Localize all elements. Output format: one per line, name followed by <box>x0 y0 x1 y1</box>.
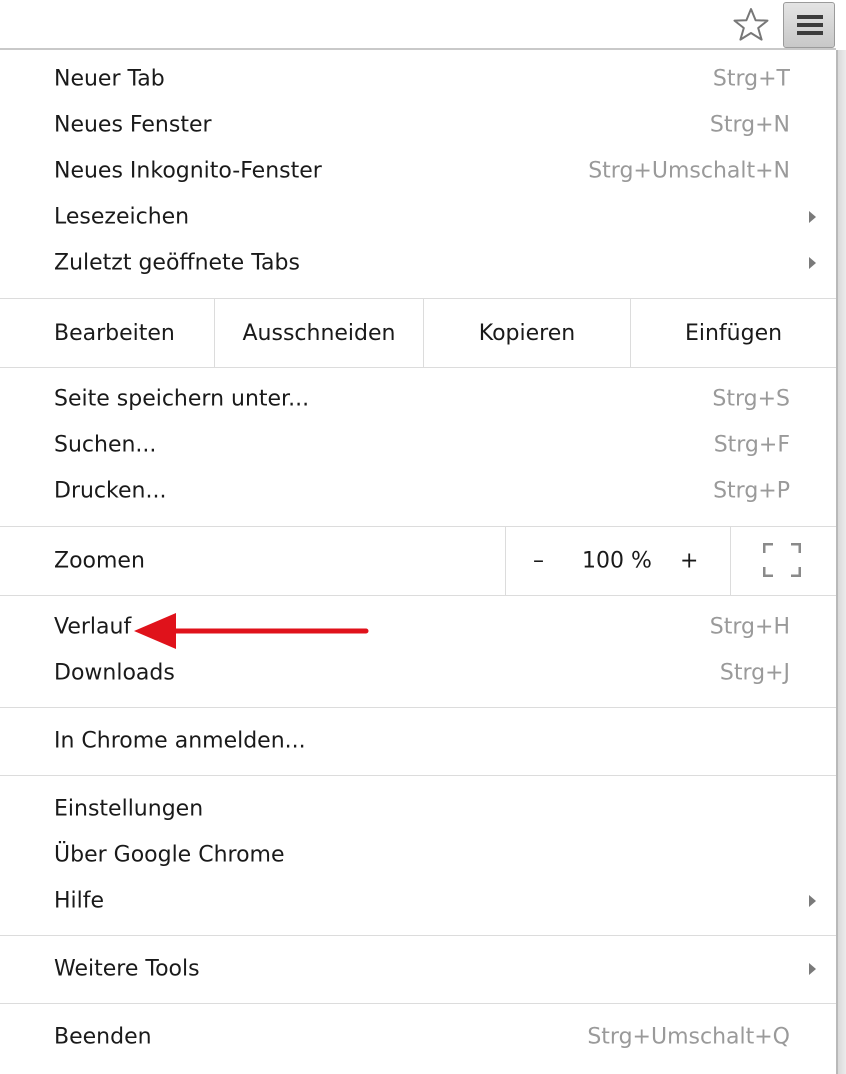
menu-separator <box>0 775 836 776</box>
zoom-row: Zoomen – 100 % + <box>0 527 836 595</box>
menu-item-shortcut: Strg+T <box>712 66 790 92</box>
fullscreen-icon <box>763 543 801 577</box>
menu-separator <box>0 1003 836 1004</box>
menu-item-sign-in[interactable]: In Chrome anmelden... <box>0 719 836 763</box>
menu-item-label: Downloads <box>54 660 175 686</box>
submenu-arrow-icon <box>809 257 816 269</box>
menu-item-label: Neues Fenster <box>54 112 212 138</box>
menu-item-about-chrome[interactable]: Über Google Chrome <box>0 833 836 877</box>
menu-separator <box>0 707 836 708</box>
menu-item-history[interactable]: Verlauf Strg+H <box>0 605 836 649</box>
cut-button-label: Ausschneiden <box>242 320 396 346</box>
menu-item-label: Suchen... <box>54 432 157 458</box>
menu-separator <box>0 935 836 936</box>
menu-item-find[interactable]: Suchen... Strg+F <box>0 423 836 467</box>
menu-item-shortcut: Strg+J <box>719 660 790 686</box>
menu-item-shortcut: Strg+H <box>709 614 790 640</box>
menu-item-shortcut: Strg+F <box>713 432 790 458</box>
menu-item-label: Einstellungen <box>54 796 204 822</box>
menu-item-new-window[interactable]: Neues Fenster Strg+N <box>0 103 836 147</box>
chrome-menu-button[interactable] <box>783 2 835 48</box>
hamburger-menu-icon <box>797 15 823 35</box>
browser-window: Neuer Tab Strg+T Neues Fenster Strg+N Ne… <box>0 0 846 1074</box>
menu-separator <box>0 595 836 596</box>
menu-item-label: Neuer Tab <box>54 66 165 92</box>
menu-item-new-incognito-window[interactable]: Neues Inkognito-Fenster Strg+Umschalt+N <box>0 149 836 193</box>
menu-item-bookmarks[interactable]: Lesezeichen <box>0 195 836 239</box>
menu-item-recent-tabs[interactable]: Zuletzt geöffnete Tabs <box>0 241 836 285</box>
browser-toolbar <box>0 0 846 50</box>
menu-item-label: Hilfe <box>54 888 105 914</box>
menu-item-label: Drucken... <box>54 478 167 504</box>
menu-item-label: Zuletzt geöffnete Tabs <box>54 250 300 276</box>
zoom-label: Zoomen <box>54 548 145 574</box>
fullscreen-button[interactable] <box>730 527 836 595</box>
submenu-arrow-icon <box>809 963 816 975</box>
menu-item-label: Neues Inkognito-Fenster <box>54 158 322 184</box>
copy-button[interactable]: Kopieren <box>424 299 630 367</box>
menu-item-shortcut: Strg+P <box>713 478 790 504</box>
menu-item-label: Lesezeichen <box>54 204 190 230</box>
menu-item-print[interactable]: Drucken... Strg+P <box>0 469 836 513</box>
bookmark-star-icon[interactable] <box>730 6 772 44</box>
zoom-in-button[interactable]: + <box>680 549 698 574</box>
menu-item-shortcut: Strg+S <box>712 386 790 412</box>
menu-item-shortcut: Strg+Umschalt+Q <box>587 1024 790 1050</box>
edit-label: Bearbeiten <box>0 299 214 367</box>
zoom-out-button[interactable]: – <box>533 549 544 574</box>
chrome-main-menu: Neuer Tab Strg+T Neues Fenster Strg+N Ne… <box>0 50 838 1074</box>
menu-item-more-tools[interactable]: Weitere Tools <box>0 947 836 991</box>
submenu-arrow-icon <box>809 211 816 223</box>
menu-item-label: Seite speichern unter... <box>54 386 310 412</box>
cut-button[interactable]: Ausschneiden <box>215 299 423 367</box>
edit-label-text: Bearbeiten <box>54 320 175 346</box>
zoom-level: 100 % <box>582 548 652 574</box>
menu-item-quit[interactable]: Beenden Strg+Umschalt+Q <box>0 1015 836 1059</box>
menu-item-label: Weitere Tools <box>54 956 200 982</box>
menu-item-downloads[interactable]: Downloads Strg+J <box>0 651 836 695</box>
menu-item-save-page[interactable]: Seite speichern unter... Strg+S <box>0 377 836 421</box>
annotation-arrow-icon <box>134 613 369 649</box>
menu-item-shortcut: Strg+Umschalt+N <box>588 158 790 184</box>
menu-item-label: Verlauf <box>54 614 132 640</box>
menu-item-shortcut: Strg+N <box>709 112 790 138</box>
copy-button-label: Kopieren <box>478 320 576 346</box>
edit-row: Bearbeiten Ausschneiden Kopieren Einfüge… <box>0 299 836 367</box>
zoom-divider <box>505 527 506 595</box>
submenu-arrow-icon <box>809 895 816 907</box>
menu-item-help[interactable]: Hilfe <box>0 879 836 923</box>
menu-shadow <box>838 50 846 1074</box>
menu-item-label: Beenden <box>54 1024 152 1050</box>
menu-item-settings[interactable]: Einstellungen <box>0 787 836 831</box>
menu-separator <box>0 367 836 368</box>
paste-button-label: Einfügen <box>684 320 783 346</box>
menu-item-label: Über Google Chrome <box>54 842 285 868</box>
menu-item-new-tab[interactable]: Neuer Tab Strg+T <box>0 57 836 101</box>
menu-item-label: In Chrome anmelden... <box>54 728 306 754</box>
paste-button[interactable]: Einfügen <box>631 299 836 367</box>
